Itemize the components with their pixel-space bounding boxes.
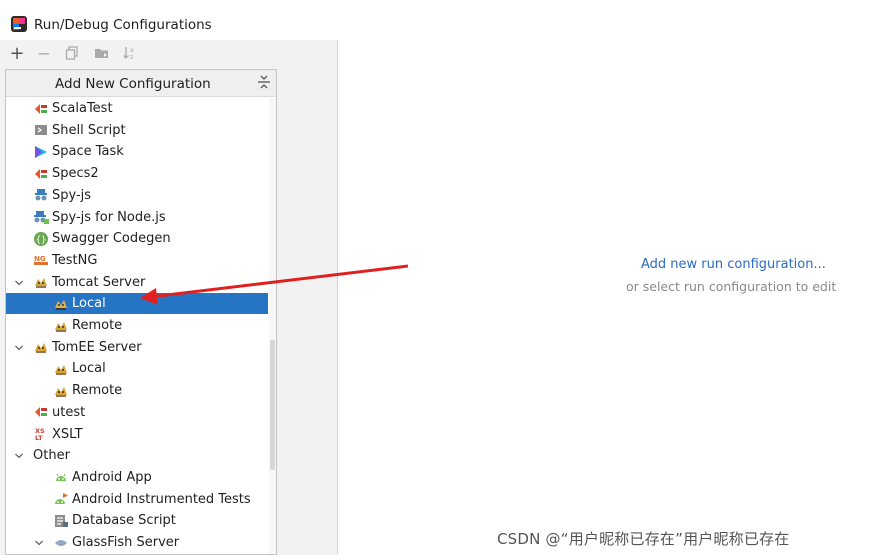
- copy-icon[interactable]: [62, 42, 82, 64]
- chevron-down-icon[interactable]: [14, 343, 24, 353]
- tomee-icon: [53, 361, 69, 377]
- tree-item-tomcat-remote[interactable]: Remote: [6, 315, 268, 336]
- popup-title: Add New Configuration: [55, 76, 211, 92]
- svg-text:a: a: [130, 47, 134, 54]
- testng-icon: NG: [33, 252, 49, 268]
- chevron-down-icon[interactable]: [14, 278, 24, 288]
- select-configuration-hint: or select run configuration to edit: [626, 279, 837, 294]
- tree-item-label: Tomcat Server: [52, 274, 146, 290]
- tree-item-label: Android App: [72, 469, 152, 485]
- tree-scrollbar-track[interactable]: [269, 98, 276, 554]
- tree-item-specs2[interactable]: Specs2: [6, 163, 268, 184]
- tomee-icon: [53, 383, 69, 399]
- tree-item-label: Spy-js for Node.js: [52, 209, 166, 225]
- tree-item-android-instrumented-tests[interactable]: Android Instrumented Tests: [6, 489, 268, 510]
- tree-item-label: XSLT: [52, 426, 83, 442]
- tree-item-label: ScalaTest: [52, 101, 113, 116]
- tree-item-xslt[interactable]: XS LT XSLT: [6, 424, 268, 445]
- tree-group-tomee-server[interactable]: TomEE Server: [6, 337, 268, 358]
- svg-text:{}: {}: [36, 235, 47, 245]
- add-new-configuration-popup: Add New Configuration ScalaTest Shell Sc…: [5, 69, 277, 555]
- sort-icon[interactable]: az: [120, 42, 140, 64]
- tree-scrollbar-thumb[interactable]: [270, 340, 275, 470]
- tree-item-label: Android Instrumented Tests: [72, 491, 251, 507]
- tree-item-label: Specs2: [52, 166, 99, 182]
- tree-item-label: TestNG: [52, 252, 98, 268]
- window-titlebar: Run/Debug Configurations: [0, 0, 877, 38]
- tree-item-label: Remote: [72, 318, 123, 333]
- tree-item-scalatest[interactable]: ScalaTest: [6, 98, 268, 119]
- tree-item-label: Database Script: [72, 513, 176, 529]
- tree-item-tomee-remote[interactable]: Remote: [6, 380, 268, 401]
- glassfish-icon: [53, 535, 69, 551]
- tomcat-icon: [53, 318, 69, 334]
- tree-item-label: Space Task: [52, 144, 124, 160]
- swagger-icon: {}: [33, 231, 49, 247]
- tree-group-glassfish-server[interactable]: GlassFish Server: [6, 532, 268, 553]
- database-script-icon: [53, 513, 69, 529]
- android-tests-icon: [53, 491, 69, 507]
- tree-item-label: TomEE Server: [52, 339, 142, 355]
- chevron-down-icon[interactable]: [34, 538, 44, 548]
- xslt-icon: XS LT: [33, 426, 49, 442]
- tree-group-tomcat-server[interactable]: Tomcat Server: [6, 272, 268, 293]
- tree-item-label: Remote: [72, 383, 123, 399]
- tree-item-label: Shell Script: [52, 122, 126, 138]
- tomcat-icon: [33, 274, 49, 290]
- svg-text:z: z: [130, 54, 133, 61]
- tree-item-shell-script[interactable]: Shell Script: [6, 120, 268, 141]
- utest-icon: [33, 404, 49, 420]
- tree-item-utest[interactable]: utest: [6, 402, 268, 423]
- tree-item-label: Local: [72, 296, 106, 312]
- tomcat-icon: [53, 296, 69, 312]
- window-title: Run/Debug Configurations: [34, 17, 212, 33]
- svg-text:LT: LT: [35, 434, 43, 442]
- configurations-toolbar: + − az: [0, 40, 337, 68]
- tree-item-label: Local: [72, 361, 106, 377]
- tree-item-label: GlassFish Server: [72, 535, 180, 550]
- plus-icon[interactable]: +: [8, 42, 26, 64]
- shell-script-icon: [33, 122, 49, 138]
- svg-text:NG: NG: [34, 255, 46, 263]
- intellij-app-icon: [10, 15, 28, 33]
- collapse-all-icon[interactable]: [257, 74, 271, 90]
- space-task-icon: [33, 144, 49, 160]
- tomee-icon: [33, 339, 49, 355]
- tree-item-label: Other: [33, 448, 70, 464]
- popup-header: Add New Configuration: [6, 70, 276, 97]
- tree-item-database-script[interactable]: Database Script: [6, 510, 268, 531]
- tree-item-label: Swagger Codegen: [52, 231, 171, 247]
- tree-item-space-task[interactable]: Space Task: [6, 141, 268, 162]
- tree-item-android-app[interactable]: Android App: [6, 467, 268, 488]
- minus-icon[interactable]: −: [34, 42, 54, 64]
- chevron-down-icon[interactable]: [14, 451, 24, 461]
- spy-js-node-icon: [33, 209, 49, 225]
- android-icon: [53, 469, 69, 485]
- add-new-run-configuration-link[interactable]: Add new run configuration...: [641, 257, 826, 272]
- move-to-folder-icon[interactable]: [92, 42, 112, 64]
- spy-js-icon: [33, 187, 49, 203]
- tree-item-testng[interactable]: NG TestNG: [6, 250, 268, 271]
- tree-item-tomee-local[interactable]: Local: [6, 358, 268, 379]
- tree-group-other[interactable]: Other: [6, 445, 268, 466]
- specs2-icon: [33, 166, 49, 182]
- tree-item-label: Spy-js: [52, 187, 92, 203]
- csdn-watermark: CSDN @“用户昵称已存在”用户昵称已存在: [497, 530, 790, 548]
- scalatest-icon: [33, 101, 49, 117]
- tree-item-label: utest: [52, 404, 86, 420]
- tree-item-spy-js-node[interactable]: Spy-js for Node.js: [6, 207, 268, 228]
- tree-item-spy-js[interactable]: Spy-js: [6, 185, 268, 206]
- tree-item-tomcat-local[interactable]: Local: [6, 293, 268, 315]
- tree-item-swagger-codegen[interactable]: {} Swagger Codegen: [6, 228, 268, 249]
